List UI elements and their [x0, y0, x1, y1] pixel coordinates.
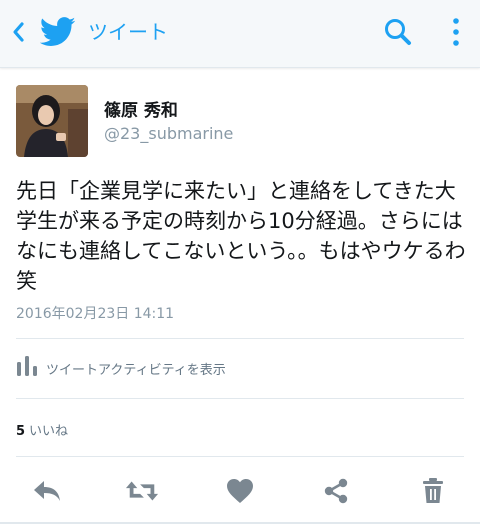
search-icon[interactable] [382, 16, 414, 48]
likes-label: いいね [29, 424, 69, 439]
twitter-bird-icon[interactable] [39, 16, 76, 48]
divider [16, 338, 464, 339]
retweet-icon[interactable] [125, 474, 159, 508]
top-app-bar: ツイート [0, 0, 480, 68]
reply-icon[interactable] [30, 474, 64, 508]
avatar[interactable] [16, 85, 88, 157]
tweet-activity-link[interactable]: ツイートアクティビティを表示 [16, 352, 226, 384]
tweet-timestamp: 2016年02月23日 14:11 [16, 306, 175, 322]
activity-bars-icon [16, 354, 38, 382]
back-chevron-icon[interactable] [8, 18, 28, 46]
page-title: ツイート [88, 20, 168, 44]
like-icon[interactable] [223, 474, 257, 508]
activity-label: ツイートアクティビティを表示 [46, 362, 226, 378]
divider [16, 456, 464, 457]
share-icon[interactable] [319, 474, 353, 508]
divider [16, 398, 464, 399]
delete-icon[interactable] [416, 474, 450, 508]
user-handle[interactable]: @23_submarine [104, 124, 233, 143]
display-name[interactable]: 篠原 秀和 [104, 96, 178, 121]
tweet-text: 先日「企業見学に来たい」と連絡をしてきた大学生が来る予定の時刻から10分経過。さ… [16, 179, 466, 293]
tweet-actions [0, 470, 480, 510]
more-vertical-icon[interactable] [446, 14, 466, 50]
likes-stat[interactable]: 5 いいね [16, 420, 68, 439]
likes-count: 5 [16, 424, 26, 439]
